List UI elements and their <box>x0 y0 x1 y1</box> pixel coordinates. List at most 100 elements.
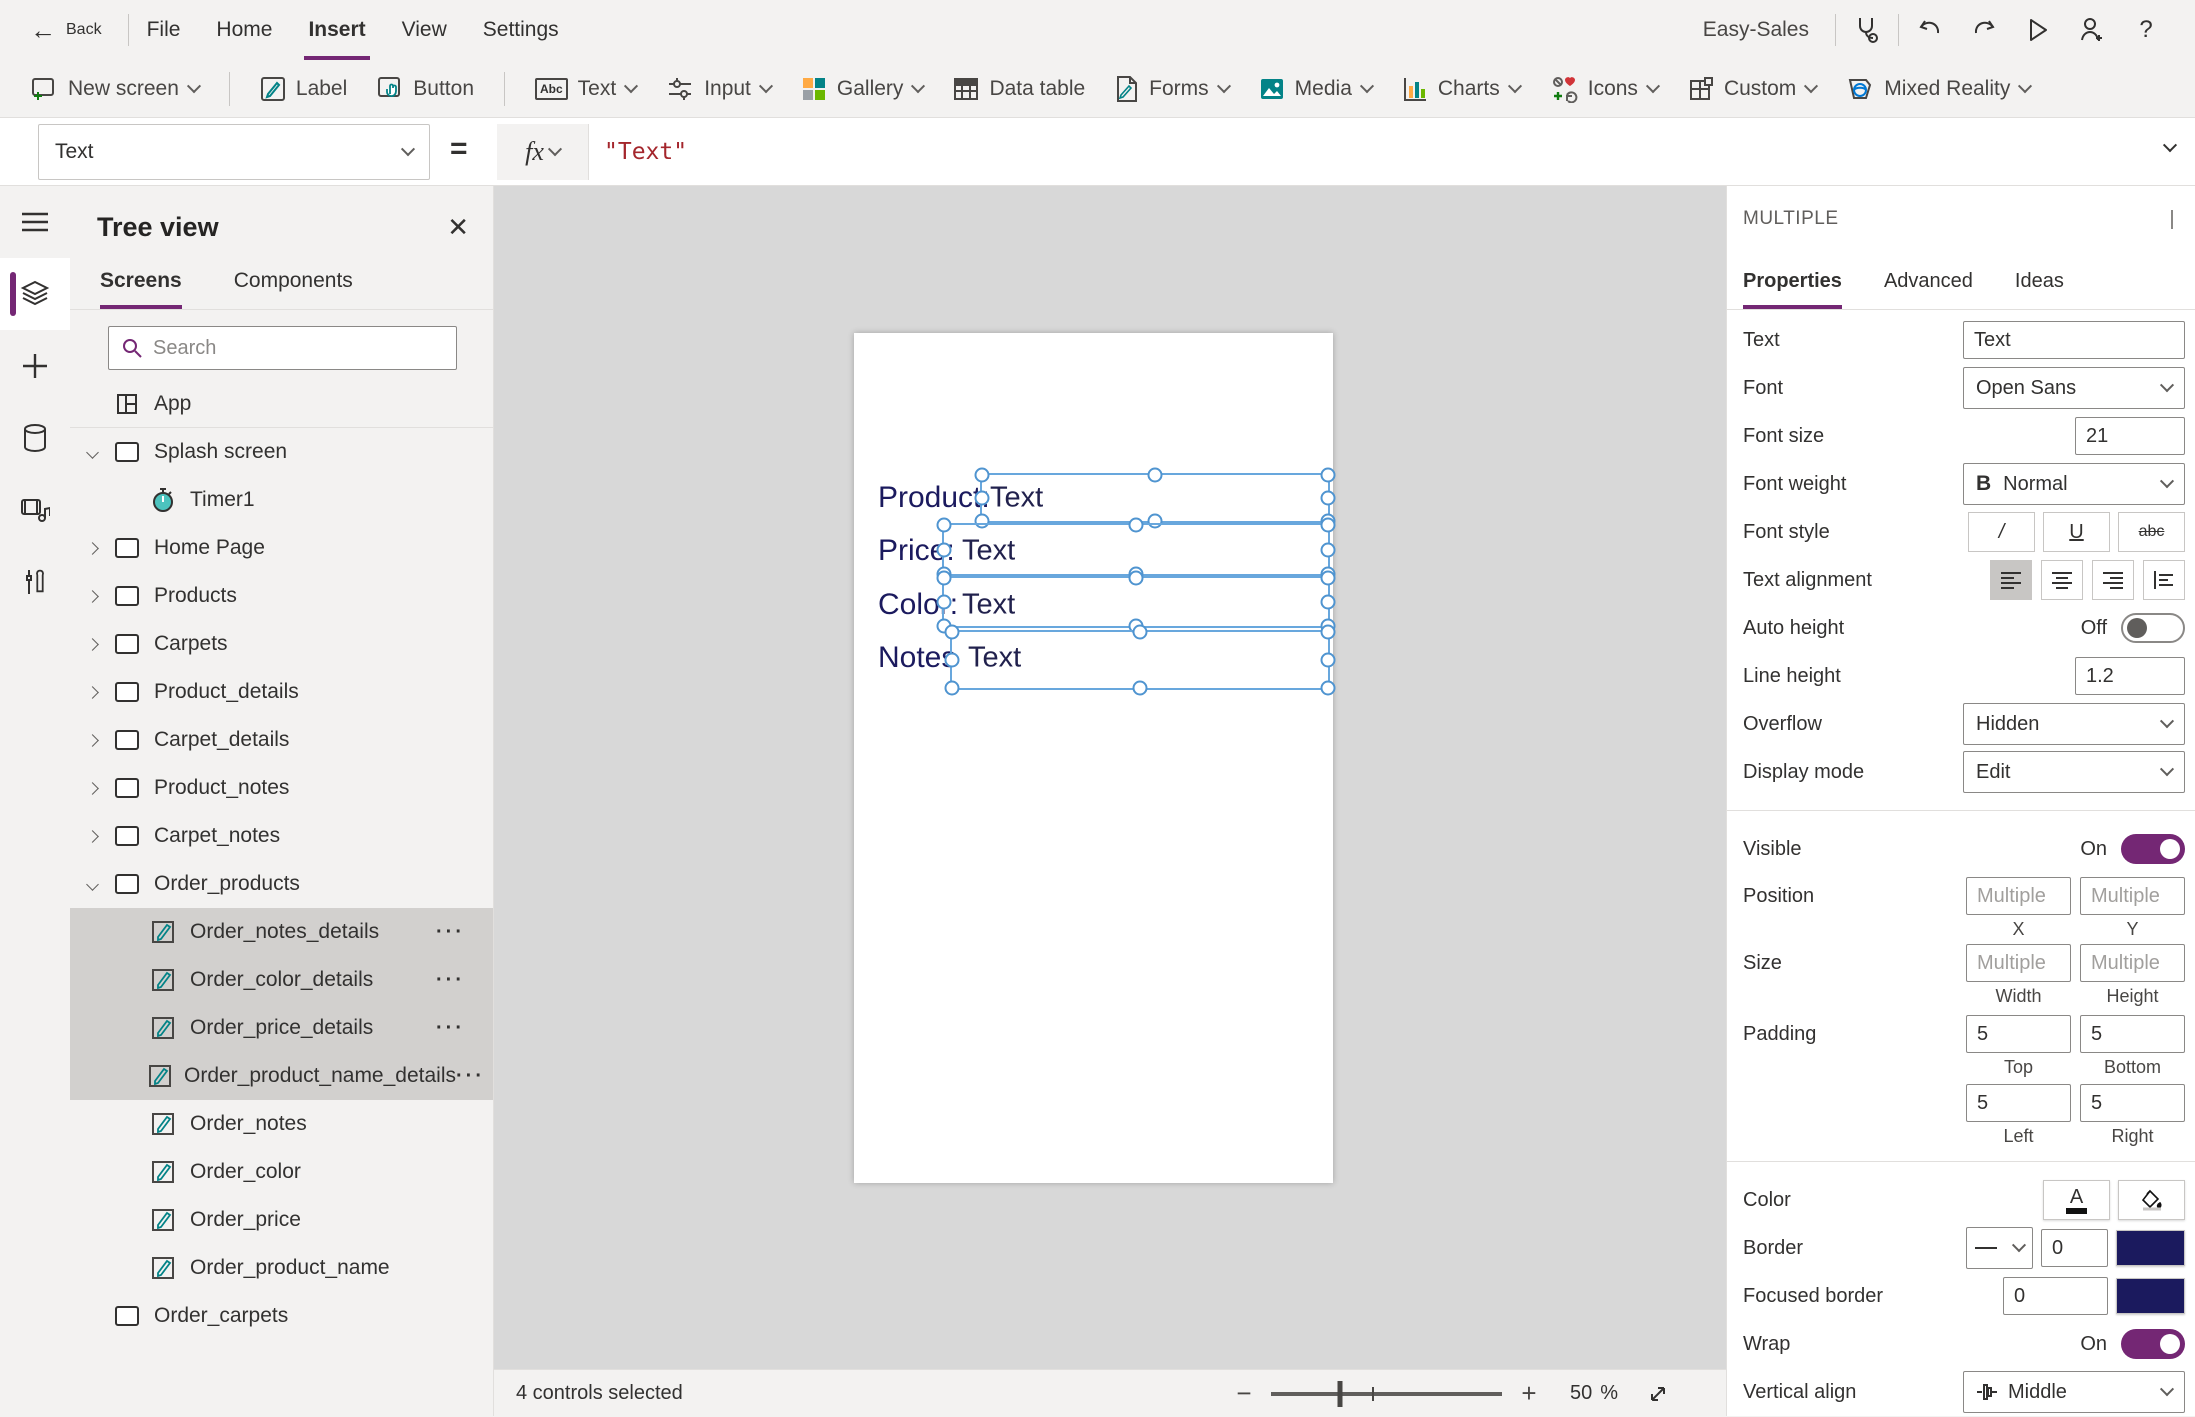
chevron-right-icon[interactable] <box>88 736 112 745</box>
auto-height-toggle[interactable] <box>2121 613 2185 643</box>
selection-handle[interactable] <box>975 491 990 506</box>
vertical-align-dropdown[interactable]: Middle <box>1963 1371 2185 1413</box>
selection-handle[interactable] <box>1148 468 1163 483</box>
tree-item-order-carpets[interactable]: Order_carpets <box>70 1292 493 1340</box>
display-mode-dropdown[interactable]: Edit <box>1963 751 2185 793</box>
chevron-down-icon[interactable] <box>88 880 112 889</box>
canvas-area[interactable]: Product: Price: Color: Notes Text Text T… <box>494 186 1726 1369</box>
border-color-swatch[interactable] <box>2116 1230 2185 1266</box>
menu-insert[interactable]: Insert <box>304 0 369 60</box>
new-screen-button[interactable]: New screen <box>30 76 199 102</box>
selection-handle[interactable] <box>1321 542 1336 557</box>
selection-handle[interactable] <box>1321 571 1336 586</box>
zoom-out-button[interactable]: − <box>1229 1378 1259 1409</box>
menu-file[interactable]: File <box>143 0 185 60</box>
preview-play-icon[interactable] <box>2015 7 2061 53</box>
strikethrough-button[interactable]: abc <box>2118 512 2185 552</box>
more-options-icon[interactable]: ··· <box>456 1065 494 1088</box>
tree-item-timer1[interactable]: Timer1 <box>70 476 493 524</box>
line-height-input[interactable] <box>2075 657 2185 695</box>
border-style-dropdown[interactable] <box>1966 1227 2033 1269</box>
selection-handle[interactable] <box>1129 571 1144 586</box>
canvas-text-color[interactable]: Text <box>962 589 1015 622</box>
fill-color-button[interactable] <box>2118 1180 2185 1220</box>
selection-handle[interactable] <box>975 468 990 483</box>
forms-menu-button[interactable]: Forms <box>1115 75 1229 103</box>
selection-handle[interactable] <box>1133 625 1148 640</box>
help-icon[interactable]: ? <box>2123 7 2169 53</box>
tree-item-order-product-name-details[interactable]: Order_product_name_details ··· <box>70 1052 493 1100</box>
padding-top-input[interactable] <box>1966 1015 2071 1053</box>
align-left-button[interactable] <box>1990 560 2032 600</box>
custom-menu-button[interactable]: Custom <box>1688 76 1816 102</box>
tree-item-product-details[interactable]: Product_details <box>70 668 493 716</box>
selection-handle[interactable] <box>937 571 952 586</box>
undo-icon[interactable] <box>1907 7 1953 53</box>
tree-item-app[interactable]: App <box>70 380 493 428</box>
tree-item-order-price[interactable]: Order_price <box>70 1196 493 1244</box>
tree-item-home-page[interactable]: Home Page <box>70 524 493 572</box>
data-table-button[interactable]: Data table <box>953 76 1085 102</box>
selection-handle[interactable] <box>1321 468 1336 483</box>
mixed-reality-menu-button[interactable]: Mixed Reality <box>1846 76 2030 102</box>
tree-item-carpet-details[interactable]: Carpet_details <box>70 716 493 764</box>
tree-item-splash-screen[interactable]: Splash screen <box>70 428 493 476</box>
charts-menu-button[interactable]: Charts <box>1402 76 1520 102</box>
padding-left-input[interactable] <box>1966 1084 2071 1122</box>
selection-handle[interactable] <box>1321 491 1336 506</box>
position-y-input[interactable] <box>2080 877 2185 915</box>
chevron-right-icon[interactable] <box>88 832 112 841</box>
gallery-menu-button[interactable]: Gallery <box>801 76 924 102</box>
tree-item-products[interactable]: Products <box>70 572 493 620</box>
back-button[interactable]: ← Back <box>30 0 128 60</box>
tree-item-order-notes[interactable]: Order_notes <box>70 1100 493 1148</box>
chevron-right-icon[interactable] <box>88 688 112 697</box>
tree-item-order-color[interactable]: Order_color <box>70 1148 493 1196</box>
more-options-icon[interactable]: ··· <box>436 921 493 944</box>
canvas-text-price[interactable]: Text <box>962 535 1015 568</box>
advanced-tools-rail-icon[interactable] <box>0 546 70 618</box>
selection-handle[interactable] <box>1321 518 1336 533</box>
menu-home[interactable]: Home <box>212 0 276 60</box>
selection-handle[interactable] <box>945 653 960 668</box>
chevron-down-icon[interactable] <box>88 448 112 457</box>
fit-to-window-icon[interactable] <box>1646 1382 1670 1406</box>
selection-handle[interactable] <box>937 542 952 557</box>
data-rail-icon[interactable] <box>0 402 70 474</box>
selection-handle[interactable] <box>945 625 960 640</box>
selection-handle[interactable] <box>1321 625 1336 640</box>
property-selector[interactable]: Text <box>38 124 430 180</box>
canvas-text-product[interactable]: Text <box>990 482 1043 515</box>
wrap-toggle[interactable] <box>2121 1329 2185 1359</box>
padding-right-input[interactable] <box>2080 1084 2185 1122</box>
padding-bottom-input[interactable] <box>2080 1015 2185 1053</box>
media-rail-icon[interactable] <box>0 474 70 546</box>
underline-button[interactable]: U <box>2043 512 2110 552</box>
size-height-input[interactable] <box>2080 944 2185 982</box>
label-button[interactable]: Label <box>260 76 347 102</box>
selection-handle[interactable] <box>937 595 952 610</box>
media-menu-button[interactable]: Media <box>1259 76 1372 102</box>
tree-view-rail-icon[interactable] <box>0 258 70 330</box>
tab-screens[interactable]: Screens <box>100 269 182 309</box>
menu-settings[interactable]: Settings <box>479 0 563 60</box>
redo-icon[interactable] <box>1961 7 2007 53</box>
screen-artboard[interactable] <box>854 333 1333 1183</box>
tree-item-order-products[interactable]: Order_products <box>70 860 493 908</box>
formula-input[interactable]: "Text" <box>604 124 2104 180</box>
collapse-panel-icon[interactable] <box>2171 210 2173 228</box>
tree-item-order-price-details[interactable]: Order_price_details ··· <box>70 1004 493 1052</box>
tab-ideas[interactable]: Ideas <box>2015 270 2064 309</box>
visible-toggle[interactable] <box>2121 834 2185 864</box>
font-dropdown[interactable]: Open Sans <box>1963 367 2185 409</box>
chevron-right-icon[interactable] <box>88 544 112 553</box>
icons-menu-button[interactable]: Icons <box>1550 75 1658 103</box>
canvas-text-notes[interactable]: Text <box>968 642 1021 675</box>
button-button[interactable]: Button <box>377 76 474 102</box>
tree-item-carpets[interactable]: Carpets <box>70 620 493 668</box>
chevron-right-icon[interactable] <box>88 640 112 649</box>
size-width-input[interactable] <box>1966 944 2071 982</box>
border-width-input[interactable] <box>2041 1229 2108 1267</box>
selection-handle[interactable] <box>1321 653 1336 668</box>
selection-handle[interactable] <box>1321 595 1336 610</box>
